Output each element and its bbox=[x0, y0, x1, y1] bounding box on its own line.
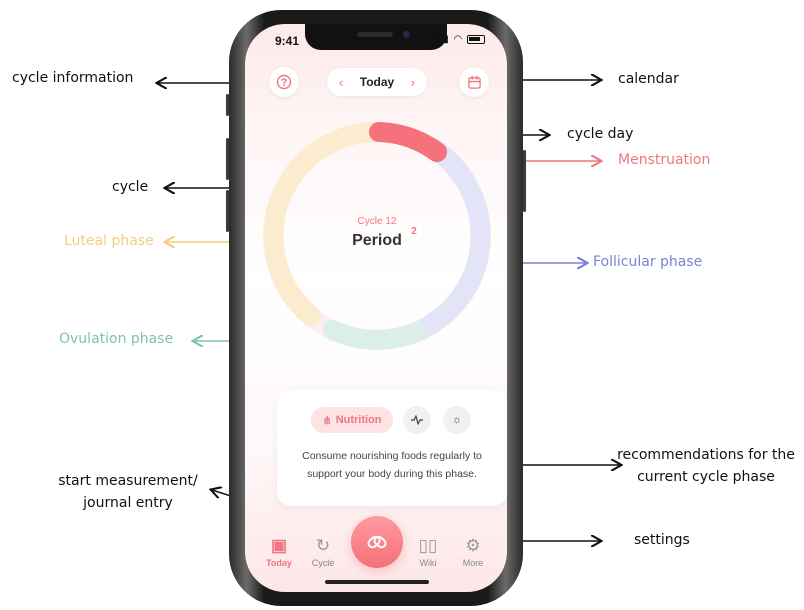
cycle-ring: 2 Cycle 12 Period bbox=[261, 120, 493, 352]
power-button bbox=[523, 150, 526, 212]
question-icon bbox=[276, 74, 292, 90]
app-screen: 9:41 ▮▮▮ ◠ ‹ Today › 2 Cycle 12 Period ⋔… bbox=[245, 24, 507, 592]
status-icons: ▮▮▮ ◠ bbox=[430, 34, 485, 45]
tab-cycle[interactable]: ↻ Cycle bbox=[303, 536, 343, 568]
recommendation-card: ⋔ Nutrition ☼ Consume nourishing foods r… bbox=[277, 390, 507, 506]
signal-icon: ▮▮▮ bbox=[430, 34, 450, 45]
mute-switch bbox=[226, 94, 229, 116]
activity-tab[interactable] bbox=[403, 406, 431, 434]
sun-icon: ☼ bbox=[451, 414, 463, 426]
label-settings: settings bbox=[634, 532, 690, 548]
battery-icon bbox=[467, 34, 485, 44]
date-label: Today bbox=[359, 75, 395, 89]
label-menstruation: Menstruation bbox=[618, 152, 711, 168]
cycle-status: Period bbox=[352, 232, 402, 249]
phone-frame: 9:41 ▮▮▮ ◠ ‹ Today › 2 Cycle 12 Period ⋔… bbox=[226, 10, 526, 606]
calendar-icon bbox=[467, 75, 481, 89]
wifi-icon: ◠ bbox=[453, 34, 464, 45]
label-recommendations-line2: current cycle phase bbox=[637, 469, 775, 485]
tab-more-label: More bbox=[462, 558, 484, 568]
label-follicular-phase: Follicular phase bbox=[593, 254, 703, 270]
volume-up-button bbox=[226, 138, 229, 180]
gear-icon: ⚙ bbox=[465, 536, 481, 555]
status-time: 9:41 bbox=[275, 34, 300, 48]
calendar-button[interactable] bbox=[459, 67, 489, 97]
tab-more[interactable]: ⚙ More bbox=[453, 536, 493, 568]
prev-day-button[interactable]: ‹ bbox=[339, 75, 343, 90]
heart-link-icon bbox=[367, 535, 387, 549]
pulse-icon bbox=[411, 415, 423, 425]
tab-today-label: Today bbox=[266, 558, 292, 568]
cycle-info-button[interactable] bbox=[269, 67, 299, 97]
label-cycle-day: cycle day bbox=[567, 126, 634, 142]
recommendation-text: Consume nourishing foods regularly to su… bbox=[285, 447, 499, 483]
label-cycle-information: cycle information bbox=[12, 70, 134, 86]
tab-cycle-label: Cycle bbox=[311, 558, 335, 568]
menstruation-arc bbox=[369, 122, 447, 162]
home-indicator bbox=[325, 580, 429, 584]
label-calendar: calendar bbox=[618, 71, 679, 87]
label-luteal-phase: Luteal phase bbox=[64, 233, 154, 249]
label-recommendations: recommendations for the current cycle ph… bbox=[616, 444, 796, 488]
nutrition-tab-label: Nutrition bbox=[335, 414, 382, 426]
cycle-number: Cycle 12 bbox=[357, 216, 397, 227]
cycle-arrow-icon: ↻ bbox=[315, 536, 331, 555]
recommendation-line1: Consume nourishing foods regularly to bbox=[302, 450, 482, 462]
tab-wiki[interactable]: ▯▯ Wiki bbox=[408, 536, 448, 568]
next-day-button[interactable]: › bbox=[411, 75, 415, 90]
fork-knife-icon: ⋔ bbox=[322, 414, 332, 427]
label-cycle: cycle bbox=[112, 179, 149, 195]
volume-down-button bbox=[226, 190, 229, 232]
recommendation-line2: support your body during this phase. bbox=[307, 468, 477, 480]
label-start-measurement: start measurement/ journal entry bbox=[48, 470, 208, 514]
tab-wiki-label: Wiki bbox=[419, 558, 437, 568]
label-ovulation-phase: Ovulation phase bbox=[59, 331, 174, 347]
open-book-icon: ▯▯ bbox=[418, 536, 438, 555]
date-selector: ‹ Today › bbox=[327, 68, 427, 96]
calendar-check-icon: ▣ bbox=[270, 536, 288, 555]
label-recommendations-line1: recommendations for the bbox=[617, 447, 795, 463]
tab-today[interactable]: ▣ Today bbox=[259, 536, 299, 568]
notch bbox=[305, 24, 447, 50]
nutrition-tab[interactable]: ⋔ Nutrition bbox=[311, 407, 393, 433]
speaker bbox=[357, 32, 393, 37]
camera bbox=[403, 31, 410, 38]
record-button[interactable] bbox=[351, 516, 403, 568]
label-start-measurement-line2: journal entry bbox=[83, 495, 173, 511]
label-start-measurement-line1: start measurement/ bbox=[58, 473, 198, 489]
ovulation-arc bbox=[323, 318, 435, 350]
sun-tab[interactable]: ☼ bbox=[443, 406, 471, 434]
